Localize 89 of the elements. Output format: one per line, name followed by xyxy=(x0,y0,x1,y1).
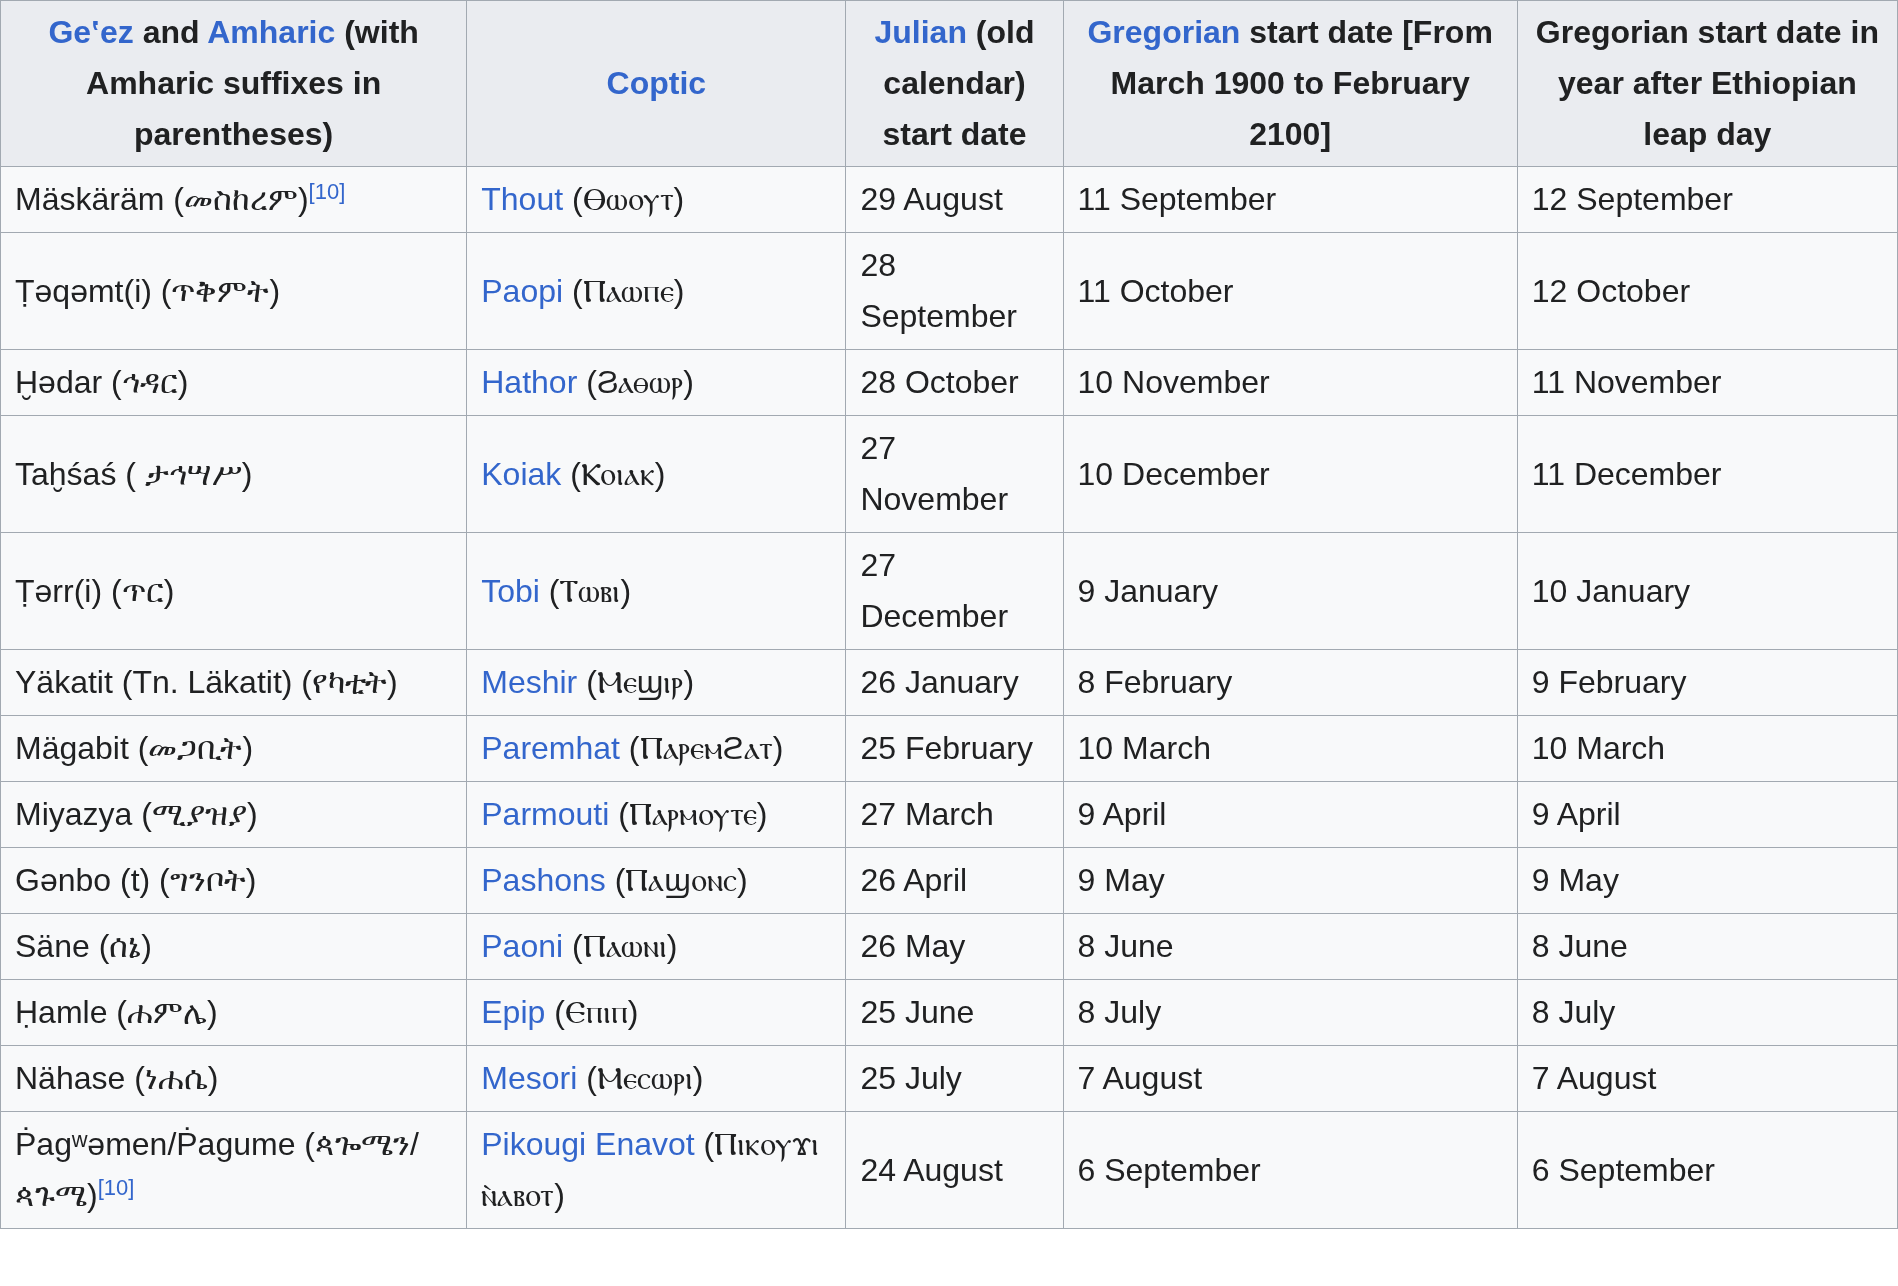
table-cell: 28 September xyxy=(845,232,1064,350)
table-cell: 25 July xyxy=(845,1045,1064,1112)
month-name: Ṗagʷəmen/Ṗagume (ጳጐሜን/ጳጉሜ)$^{[10]}$ xyxy=(15,1126,419,1213)
table-cell: 9 April xyxy=(1517,781,1898,848)
column-header: Gregorian start date in year after Ethiopian leap day xyxy=(1535,14,1879,152)
coptic-name: Tobi (Ⲧⲱⲃⲓ) xyxy=(481,572,632,609)
link[interactable]: Meshir xyxy=(481,664,578,700)
link[interactable]: Pashons xyxy=(481,862,606,898)
table-cell: 27 March xyxy=(845,781,1064,848)
table-cell: 7 August xyxy=(1063,1045,1518,1112)
table-cell: 8 June xyxy=(1517,913,1898,980)
coptic-name: Pashons (Ⲡⲁϣⲟⲛⲥ) xyxy=(481,862,748,898)
month-name: Yäkatit (Tn. Läkatit) (የካቲት) xyxy=(15,664,398,700)
coptic-name: Epip (Ⲉⲡⲓⲡ) xyxy=(481,994,639,1030)
table-cell: 25 June xyxy=(845,979,1064,1046)
table-cell: 7 August xyxy=(1517,1045,1898,1112)
table-cell: 10 November xyxy=(1063,349,1518,416)
link[interactable]: Coptic xyxy=(606,65,707,101)
link[interactable]: Pikougi Enavot xyxy=(481,1126,695,1162)
table-cell: 10 March xyxy=(1517,715,1898,782)
month-name: Ḫədar (ኅዳር) xyxy=(15,364,189,400)
table-cell: 27 December xyxy=(845,532,1064,650)
table-cell: 6 September xyxy=(1063,1111,1518,1229)
table-cell: 8 June xyxy=(1063,913,1518,980)
table-cell: 28 October xyxy=(845,349,1064,416)
month-name: Mägabit (መጋቢት) xyxy=(15,730,254,766)
table-cell: 11 December xyxy=(1517,415,1898,533)
coptic-name: Koiak (Ⲕⲟⲓⲁⲕ) xyxy=(481,455,666,492)
column-header: Geʽez and Amharic (with Amharic suffixes in parentheses) xyxy=(48,14,419,152)
month-name: Nähase (ነሐሴ) xyxy=(15,1060,219,1096)
table-cell: 26 April xyxy=(845,847,1064,914)
reference-link[interactable]: [10] xyxy=(97,1175,135,1200)
coptic-name: Paoni (Ⲡⲁⲱⲛⲓ) xyxy=(481,928,678,964)
month-name: Ṭəqəmt(i) (ጥቅምት) xyxy=(15,272,281,309)
link[interactable]: Hathor xyxy=(481,364,578,400)
table-cell: 8 July xyxy=(1517,979,1898,1046)
table-cell: 9 January xyxy=(1063,532,1518,650)
month-name: Gənbo (t) (ግንቦት) xyxy=(15,862,257,898)
month-name: Taḫśaś ( ታኅሣሥ) xyxy=(15,455,253,492)
table-cell: 9 April xyxy=(1063,781,1518,848)
link[interactable]: Epip xyxy=(481,994,546,1030)
coptic-name: Mesori (Ⲙⲉⲥⲱⲣⲓ) xyxy=(481,1060,704,1096)
table-cell: 12 September xyxy=(1517,166,1898,233)
table-cell: 8 February xyxy=(1063,649,1518,716)
column-header: Gregorian start date [From March 1900 to February 2100] xyxy=(1087,14,1493,152)
table-cell: 9 May xyxy=(1063,847,1518,914)
table-cell: 10 March xyxy=(1063,715,1518,782)
link[interactable]: Tobi xyxy=(481,572,540,609)
table-cell: 8 July xyxy=(1063,979,1518,1046)
link[interactable]: Paoni xyxy=(481,928,564,964)
link[interactable]: Koiak xyxy=(481,455,562,492)
table-cell: 10 December xyxy=(1063,415,1518,533)
month-name: Mäskäräm (መስከረም)$^{[10]}$ xyxy=(15,181,346,217)
table-cell: 26 January xyxy=(845,649,1064,716)
table-cell: 11 September xyxy=(1063,166,1518,233)
link[interactable]: Paremhat xyxy=(481,730,620,766)
table-cell: 12 October xyxy=(1517,232,1898,350)
month-name: Ṭərr(i) (ጥር) xyxy=(15,572,175,609)
coptic-name: Hathor (Ϩⲁⲑⲱⲣ) xyxy=(481,364,694,400)
link[interactable]: Julian xyxy=(874,14,967,50)
table-cell: 6 September xyxy=(1517,1111,1898,1229)
table-cell: 11 October xyxy=(1063,232,1518,350)
table-cell: 29 August xyxy=(845,166,1064,233)
table-cell: 11 November xyxy=(1517,349,1898,416)
month-name: Ḥamle (ሐምሌ) xyxy=(15,994,218,1030)
table-cell: 27 November xyxy=(845,415,1064,533)
coptic-name: Paremhat (Ⲡⲁⲣⲉⲙϩⲁⲧ) xyxy=(481,730,784,766)
table-cell: 10 January xyxy=(1517,532,1898,650)
table-cell: 26 May xyxy=(845,913,1064,980)
month-name: Miyazya (ሚያዝያ) xyxy=(15,796,258,832)
table-cell: 9 May xyxy=(1517,847,1898,914)
coptic-name: Pikougi Enavot (Ⲡⲓⲕⲟⲩϫⲓ ⲛ̀ⲁⲃⲟⲧ) xyxy=(481,1126,820,1213)
coptic-name: Thout (Ⲑⲱⲟⲩⲧ) xyxy=(481,181,685,217)
table-cell: 24 August xyxy=(845,1111,1064,1229)
table-cell: 9 February xyxy=(1517,649,1898,716)
coptic-name: Parmouti (Ⲡⲁⲣⲙⲟⲩⲧⲉ) xyxy=(481,796,768,832)
month-name: Säne (ሰኔ) xyxy=(15,928,152,964)
column-header: Julian (old calendar) start date xyxy=(874,14,1035,152)
link[interactable]: Parmouti xyxy=(481,796,610,832)
link[interactable]: Amharic xyxy=(207,14,336,50)
link[interactable]: Gregorian xyxy=(1087,14,1241,50)
link[interactable]: Thout xyxy=(481,181,564,217)
reference-link[interactable]: [10] xyxy=(308,179,346,204)
link[interactable]: Geʽez xyxy=(48,14,134,50)
table-cell: 25 February xyxy=(845,715,1064,782)
coptic-name: Meshir (Ⲙⲉϣⲓⲣ) xyxy=(481,664,695,700)
coptic-name: Paopi (Ⲡⲁⲱⲡⲉ) xyxy=(481,272,685,309)
link[interactable]: Mesori xyxy=(481,1060,578,1096)
link[interactable]: Paopi xyxy=(481,272,564,309)
